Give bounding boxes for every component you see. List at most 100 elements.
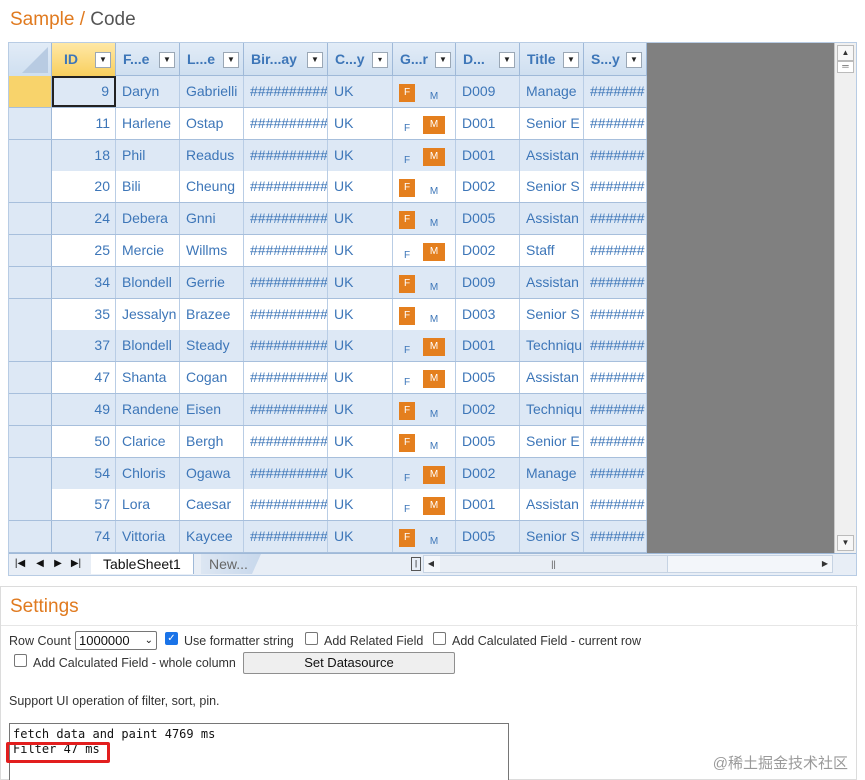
cell-dept[interactable]: D002 bbox=[456, 457, 520, 489]
gender-cell[interactable]: FM bbox=[393, 362, 456, 394]
gender-cell[interactable]: FM bbox=[393, 171, 456, 203]
cell-country[interactable]: UK bbox=[328, 107, 393, 139]
table-row[interactable]: 34 Blondell Gerrie ########## UK F M D009 Assist… bbox=[9, 266, 647, 299]
cell-salary[interactable]: ####### bbox=[584, 425, 647, 457]
cell-birthday[interactable]: ########## bbox=[244, 139, 328, 171]
cell-dept[interactable]: D001 bbox=[456, 489, 520, 521]
table-row[interactable]: 25 Mercie Willms ########## UK F M D002 Staff ###… bbox=[9, 235, 647, 267]
table-row[interactable]: 74 Vittoria Kaycee ########## UK F M D005 Senior… bbox=[9, 521, 647, 553]
cell-title[interactable]: Manage bbox=[520, 457, 584, 489]
cell-last[interactable]: Ogawa bbox=[180, 457, 244, 489]
cell-id[interactable]: 37 bbox=[52, 330, 116, 362]
chevron-down-icon[interactable]: ▼ bbox=[307, 52, 323, 68]
table-sheet-grid[interactable]: ID ▼ F...e ▼ L...e ▼ Bir...ay ▼ C...y ▾ G...r ▼ D...… bbox=[9, 43, 647, 553]
cell-dept[interactable]: D002 bbox=[456, 235, 520, 266]
column-header-gender[interactable]: G...r ▼ bbox=[393, 43, 456, 76]
cell-salary[interactable]: ####### bbox=[584, 266, 647, 298]
table-row[interactable]: 11 Harlene Ostap ########## UK F M D001 Senior E… bbox=[9, 107, 647, 140]
cell-dept[interactable]: D005 bbox=[456, 521, 520, 553]
select-all-corner[interactable] bbox=[9, 43, 52, 76]
row-header[interactable] bbox=[9, 394, 52, 425]
cell-dept[interactable]: D009 bbox=[456, 76, 520, 107]
gender-male-toggle[interactable]: M bbox=[423, 438, 445, 456]
chevron-down-icon[interactable]: ▼ bbox=[159, 52, 175, 68]
cell-birthday[interactable]: ########## bbox=[244, 266, 328, 298]
cell-birthday[interactable]: ########## bbox=[244, 235, 328, 266]
cell-country[interactable]: UK bbox=[328, 330, 393, 362]
gender-female-toggle[interactable]: F bbox=[399, 470, 415, 488]
cell-last[interactable]: Readus bbox=[180, 139, 244, 171]
cell-birthday[interactable]: ########## bbox=[244, 330, 328, 362]
cell-title[interactable]: Staff bbox=[520, 235, 584, 266]
cell-birthday[interactable]: ########## bbox=[244, 521, 328, 553]
scroll-thumb[interactable]: ═ bbox=[837, 61, 854, 73]
cell-id[interactable]: 18 bbox=[52, 139, 116, 171]
cell-country[interactable]: UK bbox=[328, 203, 393, 235]
cell-id[interactable]: 20 bbox=[52, 171, 116, 203]
table-row[interactable]: 18 Phil Readus ########## UK F M D001 Assistan ##… bbox=[9, 139, 647, 172]
cell-first[interactable]: Vittoria bbox=[116, 521, 180, 553]
tab-tablesheet1[interactable]: TableSheet1 bbox=[91, 554, 194, 574]
cell-id[interactable]: 74 bbox=[52, 521, 116, 553]
cell-dept[interactable]: D002 bbox=[456, 394, 520, 425]
cell-birthday[interactable]: ########## bbox=[244, 298, 328, 330]
cell-first[interactable]: Randene bbox=[116, 394, 180, 425]
scroll-left-icon[interactable]: ◀ bbox=[424, 556, 438, 572]
gender-male-toggle[interactable]: M bbox=[423, 279, 445, 297]
cell-id[interactable]: 34 bbox=[52, 266, 116, 298]
add-calc-col-checkbox[interactable] bbox=[14, 654, 27, 667]
vertical-scrollbar[interactable]: ▲ ═ ▼ bbox=[834, 43, 856, 553]
gender-male-toggle[interactable]: M bbox=[423, 183, 445, 201]
chevron-down-icon[interactable]: ▼ bbox=[435, 52, 451, 68]
table-row[interactable]: 20 Bili Cheung ########## UK F M D002 Senior S ##… bbox=[9, 171, 647, 204]
cell-last[interactable]: Ostap bbox=[180, 107, 244, 139]
cell-title[interactable]: Senior S bbox=[520, 298, 584, 330]
tab-new[interactable]: New... bbox=[201, 554, 261, 574]
gender-male-toggle[interactable]: M bbox=[423, 311, 445, 329]
gender-male-toggle[interactable]: M bbox=[423, 497, 445, 516]
gender-male-toggle[interactable]: M bbox=[423, 533, 445, 551]
cell-first[interactable]: Harlene bbox=[116, 107, 180, 139]
gender-male-toggle[interactable]: M bbox=[423, 243, 445, 261]
cell-last[interactable]: Brazee bbox=[180, 298, 244, 330]
row-header[interactable] bbox=[9, 362, 52, 394]
cell-salary[interactable]: ####### bbox=[584, 107, 647, 139]
gender-male-toggle[interactable]: M bbox=[423, 215, 445, 233]
row-count-select[interactable]: 1000000 ⌄ bbox=[75, 631, 157, 650]
cell-title[interactable]: Assistan bbox=[520, 362, 584, 394]
cell-id[interactable]: 57 bbox=[52, 489, 116, 521]
cell-last[interactable]: Caesar bbox=[180, 489, 244, 521]
cell-id[interactable]: 49 bbox=[52, 394, 116, 425]
cell-salary[interactable]: ####### bbox=[584, 76, 647, 107]
cell-title[interactable]: Senior E bbox=[520, 107, 584, 139]
table-row[interactable]: 37 Blondell Steady ########## UK F M D001 Techni… bbox=[9, 330, 647, 363]
gender-cell[interactable]: FM bbox=[393, 203, 456, 235]
cell-first[interactable]: Daryn bbox=[116, 76, 180, 107]
gender-cell[interactable]: FM bbox=[393, 76, 456, 107]
cell-dept[interactable]: D002 bbox=[456, 171, 520, 203]
gender-cell[interactable]: FM bbox=[393, 298, 456, 330]
cell-last[interactable]: Gnni bbox=[180, 203, 244, 235]
cell-title[interactable]: Senior S bbox=[520, 171, 584, 203]
gender-male-toggle[interactable]: M bbox=[423, 370, 445, 389]
column-header-birthday[interactable]: Bir...ay ▼ bbox=[244, 43, 328, 76]
cell-birthday[interactable]: ########## bbox=[244, 107, 328, 139]
column-header-dept[interactable]: D... ▼ bbox=[456, 43, 520, 76]
scroll-down-icon[interactable]: ▼ bbox=[837, 535, 854, 551]
table-row[interactable]: 9 Daryn Gabrielli ########## UK F M D009 Manage #… bbox=[9, 76, 647, 108]
cell-birthday[interactable]: ########## bbox=[244, 425, 328, 457]
cell-country[interactable]: UK bbox=[328, 76, 393, 107]
cell-title[interactable]: Techniqu bbox=[520, 394, 584, 425]
cell-country[interactable]: UK bbox=[328, 139, 393, 171]
gender-female-toggle[interactable]: F bbox=[399, 84, 415, 102]
set-datasource-button[interactable]: Set Datasource bbox=[243, 652, 455, 674]
filter-icon[interactable]: ▾ bbox=[372, 52, 388, 68]
gender-female-toggle[interactable]: F bbox=[399, 274, 415, 293]
cell-country[interactable]: UK bbox=[328, 457, 393, 489]
row-header[interactable] bbox=[9, 235, 52, 266]
cell-id[interactable]: 25 bbox=[52, 235, 116, 266]
gender-cell[interactable]: FM bbox=[393, 489, 456, 521]
gender-female-toggle[interactable]: F bbox=[399, 402, 415, 420]
cell-first[interactable]: Debera bbox=[116, 203, 180, 235]
row-header[interactable] bbox=[9, 298, 52, 330]
